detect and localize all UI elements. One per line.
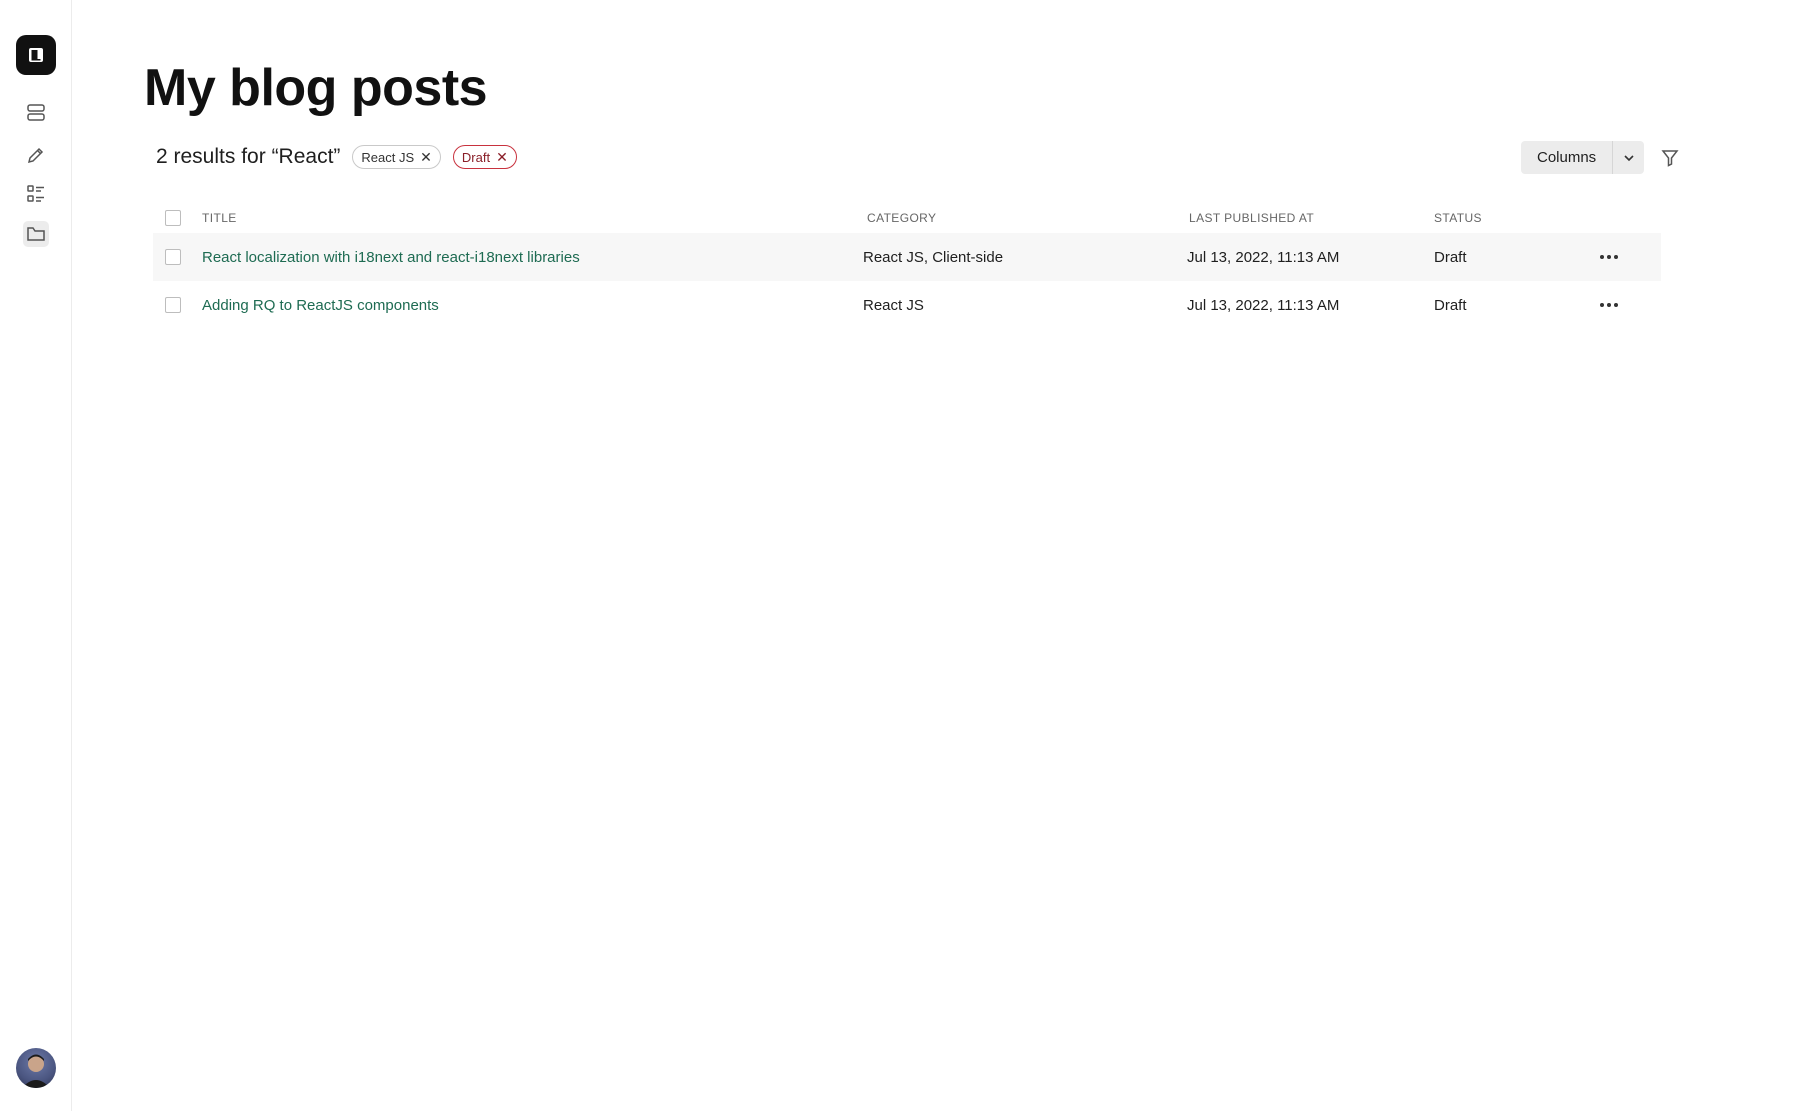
post-title-link[interactable]: React localization with i18next and reac… <box>202 249 580 266</box>
table-row[interactable]: Adding RQ to ReactJS components React JS… <box>153 281 1661 329</box>
filter-icon[interactable] <box>1658 146 1682 170</box>
category-cell: React JS <box>863 296 924 314</box>
close-icon[interactable]: ✕ <box>420 150 432 164</box>
more-options-icon[interactable] <box>1596 251 1622 263</box>
close-icon[interactable]: ✕ <box>496 150 508 164</box>
last-published-cell: Jul 13, 2022, 11:13 AM <box>1187 248 1340 266</box>
row-checkbox[interactable] <box>165 249 181 265</box>
status-cell: Draft <box>1434 296 1467 314</box>
table-header: Title Category Last published at Status <box>153 203 1661 233</box>
row-select-cell <box>165 233 181 281</box>
table-row[interactable]: React localization with i18next and reac… <box>153 233 1661 281</box>
filter-chip-label: React JS <box>361 149 415 165</box>
table-toolbar: Columns <box>1521 141 1682 174</box>
logo-icon[interactable] <box>16 35 56 75</box>
sidebar <box>0 0 72 1111</box>
last-published-cell: Jul 13, 2022, 11:13 AM <box>1187 296 1340 314</box>
row-checkbox[interactable] <box>165 297 181 313</box>
avatar[interactable] <box>16 1048 56 1088</box>
columns-button[interactable]: Columns <box>1521 141 1613 174</box>
database-icon[interactable] <box>23 100 49 126</box>
results-count: 2 results for <box>156 145 266 168</box>
column-header-last-published[interactable]: Last published at <box>1189 203 1314 233</box>
results-summary: 2 results for “React” React JS ✕ Draft ✕ <box>156 145 517 169</box>
select-all-checkbox[interactable] <box>165 210 181 226</box>
title-cell: Adding RQ to ReactJS components <box>202 281 439 329</box>
chevron-down-icon <box>1624 154 1634 161</box>
row-actions-cell <box>1596 281 1622 329</box>
main-content: My blog posts 2 results for “React” Reac… <box>71 0 1816 1111</box>
filter-chip-draft[interactable]: Draft ✕ <box>452 145 517 169</box>
select-all-cell <box>165 203 181 233</box>
page-title: My blog posts <box>144 59 488 117</box>
filter-chip-label: Draft <box>461 149 491 165</box>
post-title-link[interactable]: Adding RQ to ReactJS components <box>202 297 439 314</box>
filter-chip-react-js[interactable]: React JS ✕ <box>352 145 441 169</box>
column-header-title[interactable]: Title <box>202 203 237 233</box>
category-cell: React JS, Client-side <box>863 248 1004 266</box>
columns-dropdown-button[interactable] <box>1612 141 1645 174</box>
list-icon[interactable] <box>23 181 49 207</box>
column-header-status[interactable]: Status <box>1434 203 1482 233</box>
search-query: “React” <box>271 145 341 168</box>
more-options-icon[interactable] <box>1596 299 1622 311</box>
pencil-icon[interactable] <box>23 142 49 168</box>
row-select-cell <box>165 281 181 329</box>
posts-table: Title Category Last published at Status … <box>153 203 1661 329</box>
row-actions-cell <box>1596 233 1622 281</box>
column-header-category[interactable]: Category <box>867 203 936 233</box>
results-count-text: 2 results for “React” <box>156 145 340 169</box>
folder-icon[interactable] <box>23 221 49 247</box>
status-cell: Draft <box>1434 248 1467 266</box>
title-cell: React localization with i18next and reac… <box>202 233 580 281</box>
